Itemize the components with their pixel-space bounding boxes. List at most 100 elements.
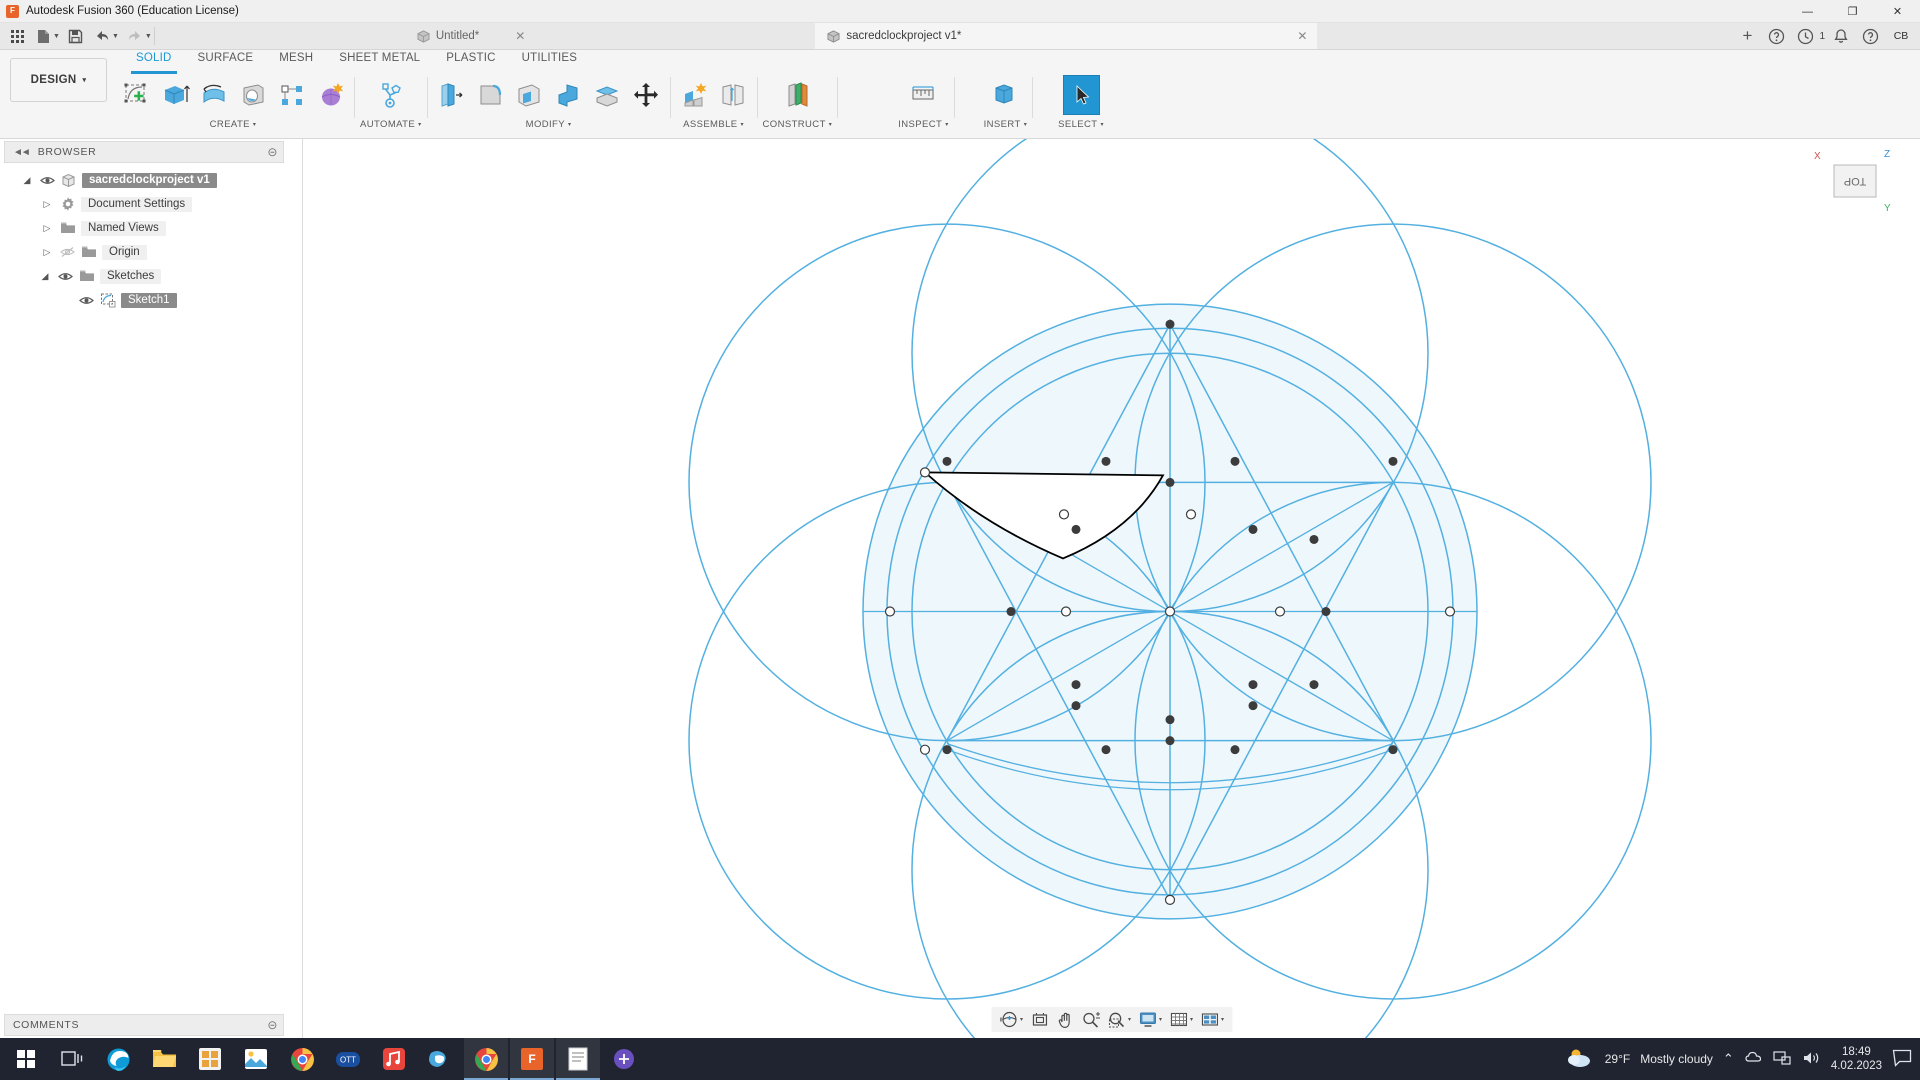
app-grid-icon[interactable] (5, 24, 29, 48)
tree-item-document-settings[interactable]: ▷ Document Settings (0, 192, 302, 216)
rectangular-pattern-icon[interactable] (273, 75, 310, 115)
tree-item-sketch1[interactable]: Sketch1 (0, 288, 302, 312)
tree-item-sketches[interactable]: ◢ Sketches (0, 264, 302, 288)
scale-icon[interactable] (589, 75, 626, 115)
help-icon[interactable] (1763, 24, 1789, 48)
extrude-icon[interactable] (156, 75, 193, 115)
panel-options-icon[interactable]: ⊝ (267, 145, 278, 159)
volume-icon[interactable] (1802, 1050, 1821, 1069)
chevron-down-icon[interactable]: ▾ (1020, 1016, 1023, 1023)
new-document-icon[interactable] (31, 24, 55, 48)
chrome-icon[interactable] (280, 1038, 324, 1080)
windows-start-icon[interactable] (4, 1038, 48, 1080)
undo-icon[interactable] (90, 24, 114, 48)
clock[interactable]: 18:49 4.02.2023 (1831, 1045, 1882, 1073)
move-copy-icon[interactable] (628, 75, 665, 115)
create-sketch-icon[interactable] (117, 75, 154, 115)
question-icon[interactable] (1857, 24, 1883, 48)
tab-surface[interactable]: SURFACE (185, 50, 267, 71)
close-button[interactable]: ✕ (1875, 0, 1920, 23)
panel-automate-label[interactable]: AUTOMATE ▾ (360, 119, 422, 130)
form-icon[interactable] (312, 75, 349, 115)
game-icon[interactable] (602, 1038, 646, 1080)
fillet-icon[interactable] (472, 75, 509, 115)
chevron-down-icon[interactable]: ▾ (1159, 1016, 1162, 1023)
tab-close-icon[interactable]: ✕ (515, 29, 525, 43)
grid-snap-icon[interactable]: ▾ (1166, 1008, 1196, 1031)
tree-item-named-views[interactable]: ▷ Named Views (0, 216, 302, 240)
network-icon[interactable] (1773, 1050, 1792, 1069)
chevron-down-icon[interactable]: ▾ (1190, 1016, 1193, 1023)
undo-caret-icon[interactable]: ▼ (112, 33, 119, 40)
weather-icon[interactable] (1565, 1046, 1595, 1073)
bell-icon[interactable] (1828, 24, 1854, 48)
tab-mesh[interactable]: MESH (266, 50, 326, 71)
job-status-icon[interactable] (1792, 24, 1818, 48)
viewports-icon[interactable]: ▾ (1197, 1008, 1227, 1031)
workspace-switcher[interactable]: DESIGN ▾ (10, 58, 107, 102)
expand-arrow-icon[interactable]: ◢ (20, 175, 34, 186)
task-view-icon[interactable] (50, 1038, 94, 1080)
panel-options-icon[interactable]: ⊝ (267, 1018, 278, 1032)
music-app-icon[interactable] (372, 1038, 416, 1080)
visibility-eye-icon[interactable] (39, 175, 55, 186)
view-cube[interactable]: X Z Y TOP (1812, 147, 1896, 221)
panel-modify-label[interactable]: MODIFY ▾ (526, 119, 572, 130)
expand-arrow-icon[interactable]: ▷ (40, 199, 54, 210)
press-pull-icon[interactable] (433, 75, 470, 115)
tab-utilities[interactable]: UTILITIES (509, 50, 590, 71)
chrome-running-icon[interactable] (464, 1038, 508, 1080)
shell-icon[interactable] (511, 75, 548, 115)
collapse-left-icon[interactable]: ◄◄ (13, 147, 31, 158)
panel-assemble-label[interactable]: ASSEMBLE ▾ (683, 119, 744, 130)
save-icon[interactable] (64, 24, 88, 48)
joint-icon[interactable] (715, 75, 752, 115)
tray-expand-icon[interactable]: ⌃ (1723, 1051, 1734, 1067)
panel-select-label[interactable]: SELECT ▾ (1058, 119, 1104, 130)
display-settings-icon[interactable]: ▾ (1135, 1008, 1165, 1031)
fusion360-icon[interactable]: F (510, 1038, 554, 1080)
visibility-eye-icon[interactable] (57, 271, 73, 282)
redo-caret-icon[interactable]: ▼ (145, 33, 152, 40)
activate-component-radio[interactable] (227, 171, 241, 189)
expand-arrow-icon[interactable]: ▷ (40, 247, 54, 258)
notepad-icon[interactable] (556, 1038, 600, 1080)
photos-icon[interactable] (234, 1038, 278, 1080)
teams-icon[interactable] (418, 1038, 462, 1080)
action-center-icon[interactable] (1892, 1049, 1912, 1070)
zoom-window-icon[interactable]: ▾ (1104, 1008, 1134, 1031)
automate-icon[interactable] (372, 75, 409, 115)
panel-inspect-label[interactable]: INSPECT ▾ (898, 119, 948, 130)
tab-close-icon[interactable]: ✕ (1297, 29, 1307, 43)
edge-icon[interactable] (96, 1038, 140, 1080)
tree-item-origin[interactable]: ▷ Origin (0, 240, 302, 264)
look-at-icon[interactable] (1027, 1008, 1052, 1031)
new-document-caret-icon[interactable]: ▼ (53, 33, 60, 40)
document-tab-sacredclockproject[interactable]: sacredclockproject v1* ✕ (815, 23, 1318, 49)
avatar[interactable]: CB (1890, 25, 1912, 47)
add-tab-button[interactable]: + (1734, 24, 1760, 48)
chevron-down-icon[interactable]: ▾ (1221, 1016, 1224, 1023)
tab-solid[interactable]: SOLID (123, 50, 185, 74)
visibility-eye-off-icon[interactable] (59, 246, 75, 258)
pan-icon[interactable] (1053, 1008, 1077, 1031)
ott-icon[interactable]: OTT (326, 1038, 370, 1080)
insert-derive-icon[interactable] (987, 75, 1024, 115)
orbit-icon[interactable]: ▾ (996, 1008, 1026, 1031)
microsoft-store-icon[interactable] (188, 1038, 232, 1080)
tab-plastic[interactable]: PLASTIC (433, 50, 508, 71)
document-tab-untitled[interactable]: Untitled* ✕ (404, 23, 536, 49)
measure-icon[interactable] (905, 75, 942, 115)
visibility-eye-icon[interactable] (78, 295, 94, 306)
draft-icon[interactable] (550, 75, 587, 115)
tree-item-sacredclockproject[interactable]: ◢ sacredclockproject v1 (0, 168, 302, 192)
tab-sheet-metal[interactable]: SHEET METAL (326, 50, 433, 71)
chevron-down-icon[interactable]: ▾ (1128, 1016, 1131, 1023)
onedrive-icon[interactable] (1744, 1050, 1763, 1069)
select-icon[interactable] (1062, 75, 1100, 115)
zoom-icon[interactable] (1078, 1008, 1103, 1031)
offset-plane-icon[interactable] (779, 75, 816, 115)
minimize-button[interactable]: — (1785, 0, 1830, 23)
revolve-icon[interactable] (195, 75, 232, 115)
panel-insert-label[interactable]: INSERT ▾ (984, 119, 1028, 130)
